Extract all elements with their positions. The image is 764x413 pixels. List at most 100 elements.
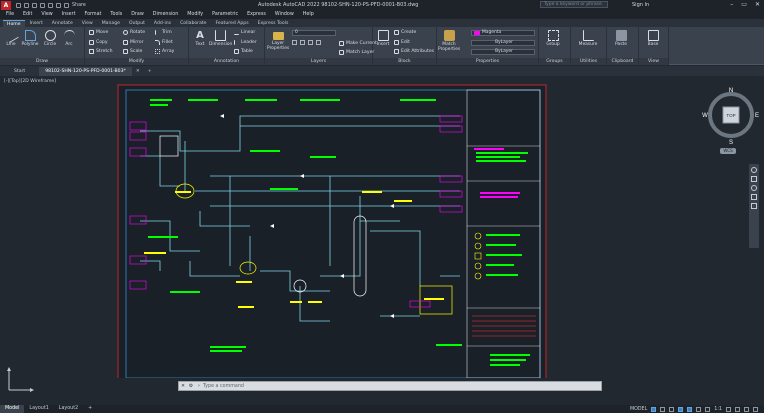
- menu-modify[interactable]: Modify: [187, 12, 203, 17]
- open-icon[interactable]: [24, 2, 29, 8]
- menu-tools[interactable]: Tools: [110, 12, 122, 17]
- circle-button[interactable]: Circle: [41, 30, 59, 47]
- rotate-button[interactable]: Rotate: [123, 30, 145, 35]
- close-command-icon[interactable]: ✕: [179, 384, 187, 389]
- linetype-dropdown[interactable]: ByLayer: [471, 40, 535, 46]
- polar-icon[interactable]: [678, 406, 684, 412]
- customize-command-icon[interactable]: ⚙: [187, 384, 195, 389]
- tab-add-ins[interactable]: Add-ins: [150, 20, 175, 27]
- match-layer-button[interactable]: Match Layer: [339, 50, 374, 55]
- groups-panel-title[interactable]: Groups: [539, 58, 570, 65]
- zoom-icon[interactable]: [751, 185, 757, 191]
- ortho-icon[interactable]: [669, 406, 675, 412]
- new-icon[interactable]: [16, 2, 21, 8]
- command-line[interactable]: ✕ ⚙ › Type a command: [178, 381, 602, 391]
- close-icon[interactable]: ✕: [755, 1, 760, 8]
- tab-view[interactable]: View: [78, 20, 97, 27]
- lineweight-dropdown[interactable]: ByLayer: [471, 49, 535, 55]
- orbit-icon[interactable]: [751, 194, 757, 200]
- tab-insert[interactable]: Insert: [26, 20, 47, 27]
- array-button[interactable]: Array: [155, 49, 174, 54]
- undo-icon[interactable]: [56, 2, 61, 8]
- dimension-button[interactable]: Dimension: [209, 30, 232, 47]
- layer-dropdown[interactable]: 0: [292, 30, 336, 36]
- viewcube[interactable]: TOP N S E W WCS: [702, 86, 760, 154]
- color-dropdown[interactable]: Magenta: [471, 30, 535, 36]
- annotation-scale[interactable]: 1:1: [714, 407, 722, 412]
- menu-file[interactable]: File: [6, 12, 14, 17]
- tab-featured-apps[interactable]: Featured Apps: [212, 20, 253, 27]
- menu-view[interactable]: View: [41, 12, 52, 17]
- layer-isolate-icon[interactable]: [300, 40, 305, 45]
- menu-dimension[interactable]: Dimension: [153, 12, 179, 17]
- tab-express-tools[interactable]: Express Tools: [254, 20, 293, 27]
- compass-w[interactable]: W: [702, 113, 708, 119]
- tab-output[interactable]: Output: [125, 20, 149, 27]
- showmotion-icon[interactable]: [751, 203, 757, 209]
- layer-freeze-icon[interactable]: [308, 40, 313, 45]
- move-button[interactable]: Move: [89, 30, 108, 35]
- tab-home[interactable]: Home: [3, 20, 25, 27]
- utilities-panel-title[interactable]: Utilities: [571, 58, 606, 65]
- trim-button[interactable]: Trim: [155, 30, 172, 35]
- layer-properties-button[interactable]: Layer Properties: [267, 30, 289, 51]
- viewcube-top-face[interactable]: TOP: [726, 113, 735, 118]
- mirror-button[interactable]: Mirror: [123, 40, 144, 45]
- insert-button[interactable]: Insert: [374, 30, 392, 47]
- stretch-button[interactable]: Stretch: [89, 49, 113, 54]
- draw-panel-title[interactable]: Draw: [0, 58, 84, 65]
- clipboard-panel-title[interactable]: Clipboard: [607, 58, 638, 65]
- maximize-icon[interactable]: ▭: [741, 1, 747, 8]
- tab-annotate[interactable]: Annotate: [48, 20, 77, 27]
- scale-button[interactable]: Scale: [123, 49, 142, 54]
- group-button[interactable]: Group: [544, 30, 562, 47]
- menu-express[interactable]: Express: [247, 12, 266, 17]
- close-tab-icon[interactable]: ✕: [132, 67, 144, 76]
- linear-button[interactable]: Linear: [234, 30, 255, 35]
- compass-s[interactable]: S: [729, 140, 733, 146]
- modify-panel-title[interactable]: Modify: [85, 58, 188, 65]
- add-layout-icon[interactable]: +: [83, 405, 97, 413]
- copy-button[interactable]: Copy: [89, 40, 108, 45]
- create-block-button[interactable]: Create: [394, 30, 416, 35]
- edit-block-button[interactable]: Edit: [394, 40, 410, 45]
- menu-draw[interactable]: Draw: [131, 12, 144, 17]
- fullscreen-icon[interactable]: [744, 406, 749, 412]
- workspace-gear-icon[interactable]: [726, 406, 731, 412]
- menu-window[interactable]: Window: [275, 12, 294, 17]
- menu-insert[interactable]: Insert: [62, 12, 76, 17]
- edit-attributes-button[interactable]: Edit Attributes: [394, 49, 434, 54]
- tab-model[interactable]: Model: [0, 405, 25, 413]
- plot-icon[interactable]: [48, 2, 53, 8]
- pan-icon[interactable]: [751, 176, 757, 182]
- line-button[interactable]: Line: [2, 27, 20, 47]
- isolate-objects-icon[interactable]: [735, 406, 740, 412]
- compass-n[interactable]: N: [729, 88, 733, 94]
- layer-off-icon[interactable]: [292, 40, 297, 45]
- tab-manage[interactable]: Manage: [98, 20, 124, 27]
- lineweight-icon[interactable]: [696, 406, 702, 412]
- menu-format[interactable]: Format: [84, 12, 101, 17]
- tab-layout2[interactable]: Layout2: [54, 405, 83, 413]
- drawing-canvas[interactable]: [-][Top][2D Wireframe] TOP N S E W WCS: [0, 76, 764, 392]
- minimize-icon[interactable]: –: [730, 1, 733, 8]
- measure-button[interactable]: Measure: [577, 30, 599, 47]
- annotation-panel-title[interactable]: Annotation: [189, 58, 264, 65]
- compass-e[interactable]: E: [755, 113, 759, 119]
- osnap-icon[interactable]: [687, 406, 693, 412]
- arc-button[interactable]: Arc: [60, 30, 78, 47]
- customization-icon[interactable]: [753, 406, 758, 412]
- new-tab-icon[interactable]: +: [144, 67, 156, 76]
- menu-edit[interactable]: Edit: [23, 12, 32, 17]
- tab-layout1[interactable]: Layout1: [24, 405, 53, 413]
- table-button[interactable]: Table: [234, 49, 253, 54]
- sign-in-button[interactable]: Sign In: [632, 2, 649, 8]
- base-button[interactable]: Base: [644, 30, 662, 47]
- wcs-dropdown[interactable]: WCS: [720, 148, 736, 154]
- share-button[interactable]: Share: [72, 3, 86, 8]
- drawing-tab[interactable]: 98102-SHN-120-PS-PFD-0001-B03*: [39, 66, 132, 76]
- match-properties-button[interactable]: Match Properties: [438, 30, 460, 52]
- snap-icon[interactable]: [660, 406, 666, 412]
- command-input[interactable]: Type a command: [203, 384, 244, 389]
- layer-lock-icon[interactable]: [316, 40, 321, 45]
